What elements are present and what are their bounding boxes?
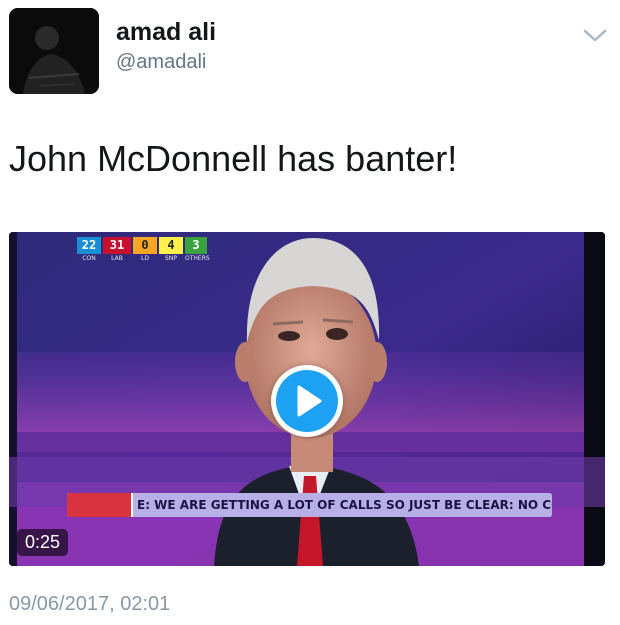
score-others: 3 — [185, 237, 207, 254]
play-icon — [276, 370, 338, 432]
play-button[interactable] — [271, 365, 343, 437]
score-ld: 0 — [133, 237, 157, 254]
score-con: 22 — [77, 237, 101, 254]
tweet-timestamp[interactable]: 09/06/2017, 02:01 — [9, 592, 170, 616]
tweet-text: John McDonnell has banter! — [9, 138, 458, 179]
video-duration: 0:25 — [17, 529, 69, 556]
ticker-tag — [67, 493, 131, 517]
avatar[interactable] — [9, 8, 99, 94]
news-ticker: E: WE ARE GETTING A LOT OF CALLS SO JUST… — [67, 493, 552, 517]
author-display-name[interactable]: amad ali — [116, 17, 216, 47]
ticker-text: E: WE ARE GETTING A LOT OF CALLS SO JUST… — [133, 493, 552, 517]
party-label-snp: SNP — [165, 255, 177, 262]
party-label-others: OTHERS — [185, 255, 210, 262]
scoreboard-graphic: 22 31 0 4 3 CON LAB LD SNP OTHERS — [77, 234, 213, 266]
profile-photo — [9, 8, 99, 94]
score-snp: 4 — [159, 237, 183, 254]
party-label-ld: LD — [141, 255, 149, 262]
party-label-lab: LAB — [111, 255, 123, 262]
party-label-con: CON — [82, 255, 96, 262]
chevron-down-icon[interactable] — [580, 24, 610, 46]
author-handle[interactable]: @amadali — [116, 50, 206, 74]
score-lab: 31 — [103, 237, 131, 254]
video-player[interactable]: 22 31 0 4 3 CON LAB LD SNP OTHERS E: WE … — [9, 232, 605, 566]
